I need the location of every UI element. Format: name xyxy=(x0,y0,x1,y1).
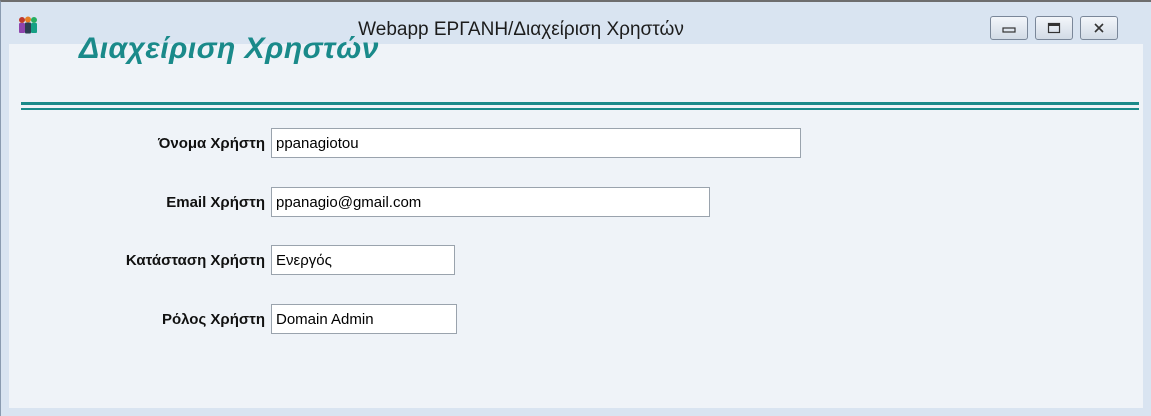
close-button[interactable] xyxy=(1080,16,1118,40)
username-row: Όνομα Χρήστη xyxy=(9,128,801,158)
client-area xyxy=(9,44,1143,408)
email-label: Email Χρήστη xyxy=(166,193,265,211)
minimize-button[interactable] xyxy=(990,16,1028,40)
title-rule-top xyxy=(21,102,1139,105)
role-field[interactable] xyxy=(271,304,457,334)
email-row: Email Χρήστη xyxy=(9,187,710,217)
status-row: Κατάσταση Χρήστη xyxy=(9,245,455,275)
page-title: Διαχείριση Χρηστών xyxy=(79,32,379,65)
role-row: Ρόλος Χρήστη xyxy=(9,304,457,334)
app-window: Webapp ΕΡΓΑΝΗ/Διαχείριση Χρηστών Διαχείρ xyxy=(0,0,1151,416)
role-label: Ρόλος Χρήστη xyxy=(161,310,265,328)
maximize-button[interactable] xyxy=(1035,16,1073,40)
email-field[interactable] xyxy=(271,187,710,217)
status-label: Κατάσταση Χρήστη xyxy=(125,251,265,269)
title-rule-bottom xyxy=(21,108,1139,110)
username-label: Όνομα Χρήστη xyxy=(157,134,265,152)
close-icon xyxy=(1094,23,1104,33)
status-field[interactable] xyxy=(271,245,455,275)
window-controls xyxy=(990,16,1118,40)
minimize-icon xyxy=(1002,27,1016,33)
maximize-icon xyxy=(1047,22,1061,34)
username-field[interactable] xyxy=(271,128,801,158)
